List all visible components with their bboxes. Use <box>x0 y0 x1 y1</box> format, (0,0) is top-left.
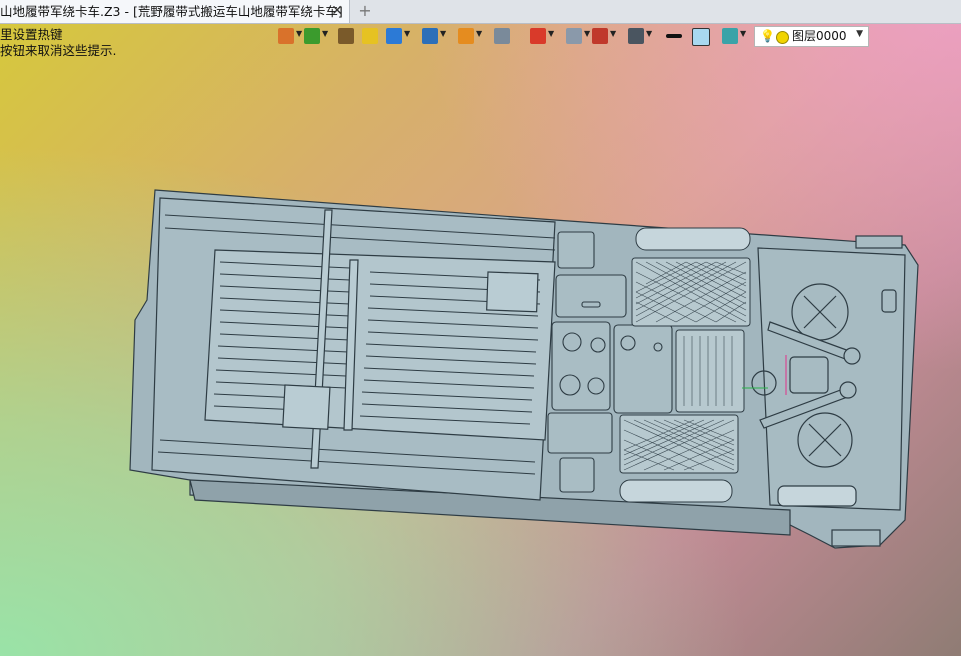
layer-selector[interactable]: 💡 图层0000 ▼ <box>754 26 869 47</box>
line-style-icon <box>666 34 682 38</box>
pie-icon <box>458 28 474 44</box>
brush-icon <box>338 28 354 44</box>
dropdown-arrow-icon[interactable]: ▼ <box>404 29 410 38</box>
layer-stack-button[interactable]: ▼ <box>720 25 750 47</box>
pick-filter-icon <box>304 28 320 44</box>
chevron-down-icon[interactable]: ▼ <box>856 29 863 39</box>
exit-icon <box>278 28 294 44</box>
target-icon <box>530 28 546 44</box>
front-section <box>751 235 906 547</box>
frame-icon <box>494 28 510 44</box>
layer-name: 图层0000 <box>792 29 847 43</box>
dropdown-arrow-icon[interactable]: ▼ <box>322 29 328 38</box>
solid-blue-button[interactable]: ▼ <box>384 25 414 47</box>
window-icon <box>566 28 582 44</box>
document-tab[interactable]: 山地履带军绕卡车.Z3 - [荒野履带式搬运车山地履带军绕卡车] ✕ <box>0 0 350 23</box>
new-tab-icon[interactable]: + <box>356 0 374 23</box>
dimension-icon <box>592 28 608 44</box>
pie-button[interactable]: ▼ <box>456 25 486 47</box>
layer-stack-icon <box>722 28 738 44</box>
target-button[interactable]: ▼ <box>528 25 558 47</box>
dropdown-arrow-icon[interactable]: ▼ <box>740 29 746 38</box>
hint-text: 里设置热键 按钮来取消这些提示. <box>0 27 116 59</box>
solid-blue-icon <box>386 28 402 44</box>
hint-line-1: 里设置热键 <box>0 27 63 42</box>
frame-button[interactable] <box>492 25 522 47</box>
color-swatch-button[interactable] <box>690 25 720 47</box>
dropdown-arrow-icon[interactable]: ▼ <box>440 29 446 38</box>
hint-line-2: 按钮来取消这些提示. <box>0 43 117 58</box>
color-swatch-icon <box>692 28 710 46</box>
solid-yellow-icon <box>362 28 378 44</box>
pick-filter-button[interactable]: ▼ <box>302 25 332 47</box>
view-cube-icon <box>422 28 438 44</box>
dimension-button[interactable]: ▼ <box>590 25 620 47</box>
close-tab-icon[interactable]: ✕ <box>331 0 343 23</box>
lightbulb-icon: 💡 <box>760 29 775 43</box>
tracked-truck-model[interactable] <box>0 0 961 656</box>
dropdown-arrow-icon[interactable]: ▼ <box>548 29 554 38</box>
document-tab-title: 山地履带军绕卡车.Z3 - [荒野履带式搬运车山地履带军绕卡车] <box>0 4 343 19</box>
view-cube-button[interactable]: ▼ <box>420 25 450 47</box>
display-button[interactable]: ▼ <box>626 25 656 47</box>
dropdown-arrow-icon[interactable]: ▼ <box>646 29 652 38</box>
layer-color-icon <box>776 31 789 44</box>
dropdown-arrow-icon[interactable]: ▼ <box>476 29 482 38</box>
display-icon <box>628 28 644 44</box>
tab-bar: 山地履带军绕卡车.Z3 - [荒野履带式搬运车山地履带军绕卡车] ✕ + <box>0 0 961 24</box>
dropdown-arrow-icon[interactable]: ▼ <box>610 29 616 38</box>
